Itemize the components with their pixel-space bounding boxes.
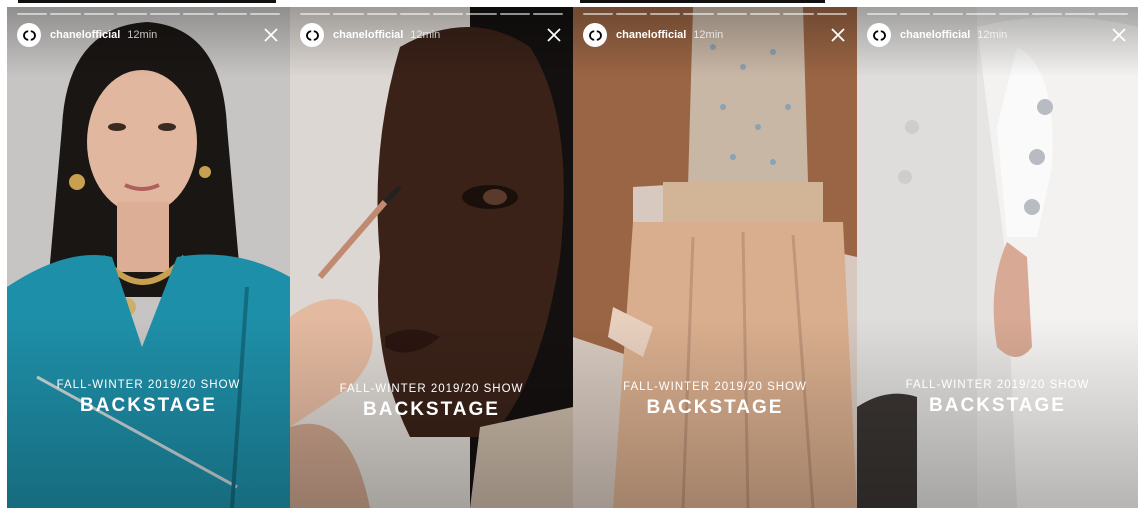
chanel-cc-logo-icon[interactable] (17, 23, 41, 47)
story-header: chanelofficial 12min (867, 22, 1128, 48)
chanel-cc-logo-icon[interactable] (867, 23, 891, 47)
username[interactable]: chanelofficial (50, 29, 120, 41)
caption-subtitle: FALL-WINTER 2019/20 SHOW (339, 383, 524, 395)
caption-subtitle: FALL-WINTER 2019/20 SHOW (623, 381, 807, 393)
username[interactable]: chanelofficial (900, 29, 970, 41)
story-header: chanelofficial 12min (583, 22, 847, 48)
story-caption: FALL-WINTER 2019/20 SHOW BACKSTAGE (7, 379, 290, 417)
caption-title: BACKSTAGE (80, 395, 217, 416)
caption-subtitle: FALL-WINTER 2019/20 SHOW (56, 379, 241, 391)
caption-title: BACKSTAGE (646, 397, 784, 418)
caption-title: BACKSTAGE (929, 395, 1066, 416)
close-icon[interactable] (262, 26, 280, 44)
chanel-cc-logo-icon[interactable] (583, 23, 607, 47)
timestamp: 12min (127, 29, 158, 41)
username[interactable]: chanelofficial (333, 29, 403, 41)
story-header: chanelofficial 12min (17, 22, 280, 48)
story-progress-bar (867, 13, 1128, 15)
scan-strip (580, 0, 825, 3)
scan-strip (18, 0, 276, 3)
story-progress-bar (17, 13, 280, 15)
story-header: chanelofficial 12min (300, 22, 563, 48)
story-caption: FALL-WINTER 2019/20 SHOW BACKSTAGE (290, 383, 573, 421)
story-card-2[interactable]: chanelofficial 12min FALL-WINTER 2019/20… (290, 7, 573, 508)
story-caption: FALL-WINTER 2019/20 SHOW BACKSTAGE (573, 381, 857, 419)
close-icon[interactable] (1110, 26, 1128, 44)
caption-subtitle: FALL-WINTER 2019/20 SHOW (905, 379, 1090, 391)
timestamp: 12min (977, 29, 1008, 41)
timestamp: 12min (693, 29, 724, 41)
close-icon[interactable] (829, 26, 847, 44)
story-caption: FALL-WINTER 2019/20 SHOW BACKSTAGE (857, 379, 1138, 417)
story-progress-bar (300, 13, 563, 15)
caption-title: BACKSTAGE (363, 399, 500, 420)
chanel-cc-logo-icon[interactable] (300, 23, 324, 47)
story-progress-bar (583, 13, 847, 15)
story-card-3[interactable]: chanelofficial 12min FALL-WINTER 2019/20… (573, 7, 857, 508)
close-icon[interactable] (545, 26, 563, 44)
story-card-4[interactable]: chanelofficial 12min FALL-WINTER 2019/20… (857, 7, 1138, 508)
timestamp: 12min (410, 29, 441, 41)
story-card-1[interactable]: chanelofficial 12min FALL-WINTER 2019/20… (7, 7, 290, 508)
username[interactable]: chanelofficial (616, 29, 686, 41)
